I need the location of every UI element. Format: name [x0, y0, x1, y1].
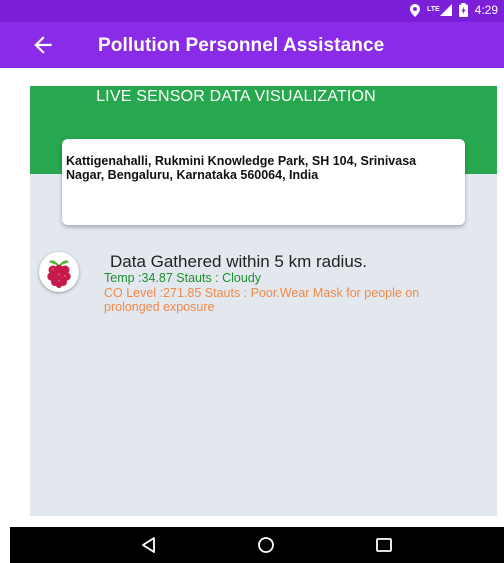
location-icon — [409, 3, 420, 17]
temperature-status: Temp :34.87 Stauts : Cloudy — [104, 271, 262, 285]
back-button[interactable] — [30, 32, 56, 58]
triangle-back-icon — [142, 537, 155, 553]
nav-home-button[interactable] — [255, 535, 277, 555]
app-bar: Pollution Personnel Assistance — [0, 22, 504, 68]
address-card — [62, 139, 465, 225]
nav-recents-button[interactable] — [373, 535, 395, 555]
raspberry-pi-icon — [39, 252, 79, 292]
square-recents-icon — [376, 538, 392, 552]
navigation-bar — [10, 527, 504, 563]
nav-back-button[interactable] — [138, 535, 160, 555]
network-type: LTE — [426, 6, 440, 13]
status-bar: LTE 4:29 — [0, 0, 504, 22]
app-title: Pollution Personnel Assistance — [98, 35, 385, 56]
signal-icon: LTE — [427, 4, 452, 16]
radius-info: Data Gathered within 5 km radius. — [110, 252, 368, 271]
back-arrow-icon — [34, 36, 52, 54]
address-text: Kattigenahalli, Rukmini Knowledge Park, … — [66, 154, 417, 182]
co-level-status: CO Level :271.85 Stauts : Poor.Wear Mask… — [104, 286, 420, 314]
status-icons: LTE 4:29 — [409, 3, 498, 17]
clock: 4:29 — [474, 3, 498, 17]
battery-icon — [458, 3, 468, 17]
circle-home-icon — [258, 537, 274, 553]
visualization-title: LIVE SENSOR DATA VISUALIZATION — [96, 88, 376, 105]
